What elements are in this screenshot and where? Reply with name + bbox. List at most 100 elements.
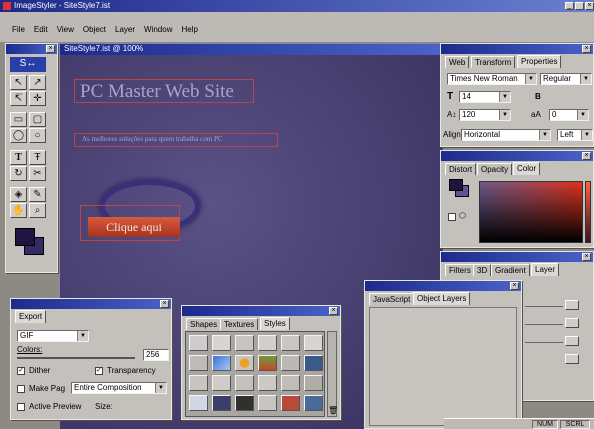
tab-filters[interactable]: Filters — [445, 264, 475, 276]
colors-field[interactable]: 256 — [143, 349, 169, 361]
style-swatch[interactable] — [258, 355, 277, 371]
rotate-tool-icon[interactable]: ↻ — [10, 166, 27, 181]
colors-slider[interactable] — [17, 357, 135, 359]
style-swatch[interactable] — [281, 395, 300, 411]
style-swatch[interactable] — [212, 375, 231, 391]
tab-opacity[interactable]: Opacity — [477, 163, 513, 175]
transparency-checkbox[interactable]: ✓ — [95, 367, 103, 375]
menu-edit[interactable]: Edit — [34, 25, 48, 34]
font-style-select[interactable]: Regular ▼ — [540, 73, 592, 85]
transform-icon[interactable]: ↸ — [10, 91, 27, 106]
tab-textures[interactable]: Textures — [220, 318, 259, 330]
site-heading[interactable]: PC Master Web Site — [80, 81, 234, 103]
color-panel-close-icon[interactable]: × — [582, 152, 591, 160]
foreground-color-swatch[interactable] — [15, 228, 35, 246]
tab-3d[interactable]: 3D — [473, 264, 492, 276]
tab-object-layers[interactable]: Object Layers — [413, 292, 471, 305]
style-swatch[interactable] — [212, 335, 231, 351]
rounded-rectangle-tool-icon[interactable]: ▢ — [29, 112, 46, 127]
layer-row-3[interactable] — [565, 336, 579, 346]
pointer-icon[interactable]: ↖ — [10, 75, 27, 90]
tab-javascript[interactable]: JavaScript — [369, 293, 415, 305]
tab-gradient[interactable]: Gradient — [491, 264, 530, 276]
active-preview-checkbox[interactable] — [17, 403, 25, 411]
menu-file[interactable]: File — [12, 25, 25, 34]
eyedropper-icon[interactable]: ✎ — [29, 187, 46, 202]
trash-icon[interactable]: 🗑 — [328, 406, 338, 415]
layer-row-2[interactable] — [565, 318, 579, 328]
dither-checkbox[interactable]: ✓ — [17, 367, 25, 375]
justify-select[interactable]: Left ▼ — [557, 129, 593, 141]
text-path-tool-icon[interactable]: Ŧ — [29, 150, 46, 165]
style-swatch[interactable] — [189, 375, 208, 391]
style-swatch[interactable] — [304, 375, 323, 391]
align-select[interactable]: Horizontal ▼ — [461, 129, 551, 141]
knife-tool-icon[interactable]: ✂ — [29, 166, 46, 181]
tab-shapes[interactable]: Shapes — [186, 318, 222, 330]
minimize-button[interactable]: _ — [565, 2, 574, 10]
rectangle-tool-icon[interactable]: ▭ — [10, 112, 27, 127]
text-panel-close-icon[interactable]: × — [582, 45, 591, 53]
tab-distort[interactable]: Distort — [445, 163, 477, 175]
circle-tool-icon[interactable]: ○ — [29, 128, 46, 143]
style-swatch[interactable] — [304, 335, 323, 351]
tab-layer[interactable]: Layer — [531, 263, 560, 276]
clique-aqui-button[interactable]: Clique aqui — [88, 217, 180, 237]
menu-layer[interactable]: Layer — [115, 25, 135, 34]
style-swatch[interactable] — [304, 395, 323, 411]
zoom-tool-icon[interactable]: ⌕ — [29, 203, 46, 218]
export-format-select[interactable]: GIF ▼ — [17, 330, 89, 342]
color-picker-field[interactable] — [479, 181, 583, 243]
style-swatch[interactable] — [212, 395, 231, 411]
maximize-button[interactable] — [575, 2, 584, 10]
style-swatch[interactable] — [235, 335, 254, 351]
style-swatch[interactable] — [189, 355, 208, 371]
style-swatch[interactable] — [212, 355, 231, 371]
hand-tool-icon[interactable]: ✋ — [10, 203, 27, 218]
menu-object[interactable]: Object — [83, 25, 106, 34]
toolbox-close-icon[interactable]: × — [46, 45, 55, 53]
style-swatch[interactable] — [258, 375, 277, 391]
styles-panel-close-icon[interactable]: × — [329, 307, 338, 315]
layer-panel-close-icon[interactable]: × — [582, 253, 591, 261]
move-icon[interactable]: ✛ — [29, 91, 46, 106]
object-panel-close-icon[interactable]: × — [510, 282, 519, 290]
object-layers-list[interactable] — [369, 307, 517, 426]
style-swatch[interactable] — [281, 355, 300, 371]
bold-icon[interactable]: B — [535, 92, 541, 102]
style-swatch[interactable] — [304, 355, 323, 371]
subselect-icon[interactable]: ↗ — [29, 75, 46, 90]
menu-help[interactable]: Help — [181, 25, 197, 34]
paint-bucket-icon[interactable]: ◈ — [10, 187, 27, 202]
style-swatch[interactable] — [281, 375, 300, 391]
hue-slider[interactable] — [585, 181, 591, 243]
layer-row-4[interactable] — [565, 354, 579, 364]
styles-scrollbar[interactable] — [327, 331, 337, 417]
text-tool-icon[interactable]: T — [10, 150, 27, 165]
make-page-select[interactable]: Entire Composition ▼ — [71, 382, 167, 394]
tab-color[interactable]: Color — [513, 162, 541, 175]
tab-styles[interactable]: Styles — [260, 317, 290, 330]
style-swatch[interactable] — [235, 355, 254, 371]
no-color-checkbox[interactable] — [448, 213, 456, 221]
tab-web[interactable]: Web — [445, 56, 470, 68]
ellipse-tool-icon[interactable]: ◯ — [10, 128, 27, 143]
export-panel-close-icon[interactable]: × — [160, 300, 169, 308]
tracking-field[interactable]: 0 ▼ — [549, 109, 589, 121]
font-size-field[interactable]: 14 ▼ — [459, 91, 511, 103]
close-button[interactable]: × — [585, 2, 594, 10]
style-swatch[interactable] — [281, 335, 300, 351]
style-swatch[interactable] — [258, 395, 277, 411]
style-swatch[interactable] — [235, 395, 254, 411]
leading-field[interactable]: 120 ▼ — [459, 109, 511, 121]
menu-view[interactable]: View — [57, 25, 74, 34]
tab-properties[interactable]: Properties — [517, 55, 562, 68]
panel-foreground-swatch[interactable] — [449, 179, 463, 191]
tab-export[interactable]: Export — [15, 310, 47, 323]
style-swatch[interactable] — [189, 395, 208, 411]
selection-arrow-tool[interactable]: S↔ — [10, 57, 46, 72]
tab-transform[interactable]: Transform — [471, 56, 516, 68]
make-page-checkbox[interactable] — [17, 385, 25, 393]
style-swatch[interactable] — [189, 335, 208, 351]
layer-row-1[interactable] — [565, 300, 579, 310]
